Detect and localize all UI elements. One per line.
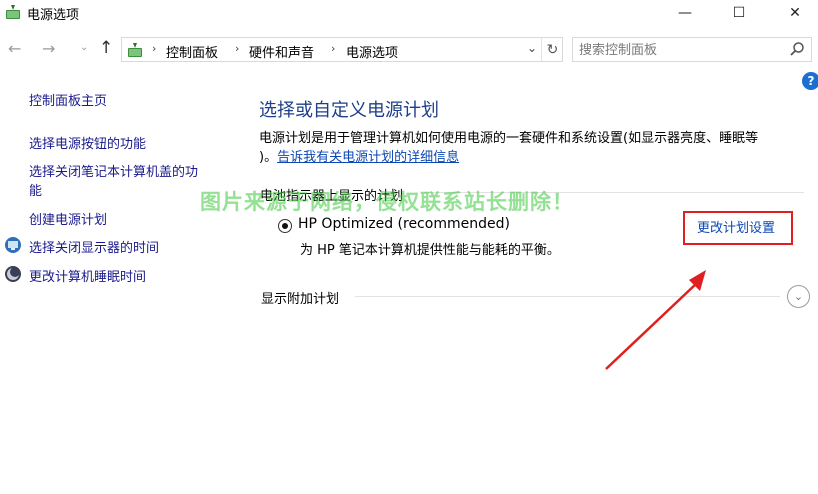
recent-locations-chevron-icon[interactable]: ⌄ bbox=[80, 42, 88, 53]
breadcrumb-separator: › bbox=[331, 42, 336, 55]
description-text: 电源计划是用于管理计算机如何使用电源的一套硬件和系统设置(如显示器亮度、睡眠等 bbox=[259, 131, 759, 146]
breadcrumb-separator: › bbox=[235, 42, 240, 55]
breadcrumb-hardware-sound[interactable]: 硬件和声音 bbox=[249, 42, 314, 61]
sidebar-item-power-button[interactable]: 选择电源按钮的功能 bbox=[29, 133, 146, 152]
sidebar-item-create-plan[interactable]: 创建电源计划 bbox=[29, 209, 107, 228]
up-arrow-icon[interactable]: ↑ bbox=[99, 38, 113, 58]
breadcrumb-separator: › bbox=[152, 42, 157, 55]
close-icon: ✕ bbox=[789, 5, 801, 21]
power-options-icon bbox=[6, 5, 20, 19]
sidebar-item-lid-close-line2[interactable]: 能 bbox=[29, 180, 42, 199]
minimize-icon: — bbox=[678, 5, 692, 21]
help-button[interactable]: ? bbox=[802, 72, 818, 90]
chevron-down-icon: ⌄ bbox=[793, 290, 804, 303]
sidebar-item-control-panel-home[interactable]: 控制面板主页 bbox=[29, 90, 107, 109]
description: 电源计划是用于管理计算机如何使用电源的一套硬件和系统设置(如显示器亮度、睡眠等 … bbox=[259, 129, 811, 167]
search-box[interactable] bbox=[572, 37, 812, 62]
title-bar: 电源选项 — ☐ ✕ bbox=[0, 0, 818, 26]
plan-description: 为 HP 笔记本计算机提供性能与能耗的平衡。 bbox=[300, 243, 560, 258]
minimize-button[interactable]: — bbox=[662, 0, 708, 26]
moon-icon bbox=[5, 266, 21, 282]
help-icon: ? bbox=[807, 74, 815, 88]
sidebar-item-display-off[interactable]: 选择关闭显示器的时间 bbox=[29, 237, 159, 256]
navigation-bar: ← → ⌄ ↑ › 控制面板 › 硬件和声音 › 电源选项 ⌄ ↻ bbox=[0, 34, 818, 64]
sidebar-item-lid-close[interactable]: 选择关闭笔记本计算机盖的功 bbox=[29, 161, 198, 180]
search-icon bbox=[790, 42, 804, 56]
plan-radio-button[interactable] bbox=[278, 219, 292, 233]
close-button[interactable]: ✕ bbox=[772, 0, 818, 26]
address-bar[interactable]: › 控制面板 › 硬件和声音 › 电源选项 ⌄ ↻ bbox=[121, 37, 563, 62]
forward-arrow-icon[interactable]: → bbox=[42, 39, 55, 58]
sidebar-item-sleep-time[interactable]: 更改计算机睡眠时间 bbox=[29, 266, 146, 285]
description-line2: )。告诉我有关电源计划的详细信息 bbox=[259, 148, 811, 167]
show-additional-plans-label: 显示附加计划 bbox=[261, 292, 340, 307]
maximize-button[interactable]: ☐ bbox=[716, 0, 762, 26]
more-plans-divider bbox=[355, 296, 780, 297]
breadcrumb-power-options[interactable]: 电源选项 bbox=[346, 42, 398, 61]
watermark-text: 图片来源于网络，侵权联系站长删除！ bbox=[200, 190, 574, 214]
address-dropdown-icon[interactable]: ⌄ bbox=[527, 41, 537, 55]
window-title: 电源选项 bbox=[27, 8, 80, 23]
description-suffix: )。 bbox=[259, 150, 278, 165]
change-plan-settings-link[interactable]: 更改计划设置 bbox=[697, 217, 775, 236]
back-arrow-icon[interactable]: ← bbox=[8, 39, 21, 58]
maximize-icon: ☐ bbox=[732, 5, 746, 21]
control-panel-icon bbox=[128, 43, 142, 57]
breadcrumb-control-panel[interactable]: 控制面板 bbox=[166, 42, 218, 61]
refresh-button[interactable]: ↻ bbox=[541, 38, 563, 61]
power-plan-info-link[interactable]: 告诉我有关电源计划的详细信息 bbox=[277, 150, 459, 165]
monitor-icon bbox=[5, 237, 21, 253]
expand-button[interactable]: ⌄ bbox=[787, 285, 810, 308]
search-input[interactable] bbox=[579, 41, 779, 59]
refresh-icon: ↻ bbox=[546, 41, 559, 58]
arrow-head bbox=[689, 270, 706, 291]
plan-name[interactable]: HP Optimized (recommended) bbox=[298, 216, 510, 232]
page-title: 选择或自定义电源计划 bbox=[259, 100, 439, 121]
